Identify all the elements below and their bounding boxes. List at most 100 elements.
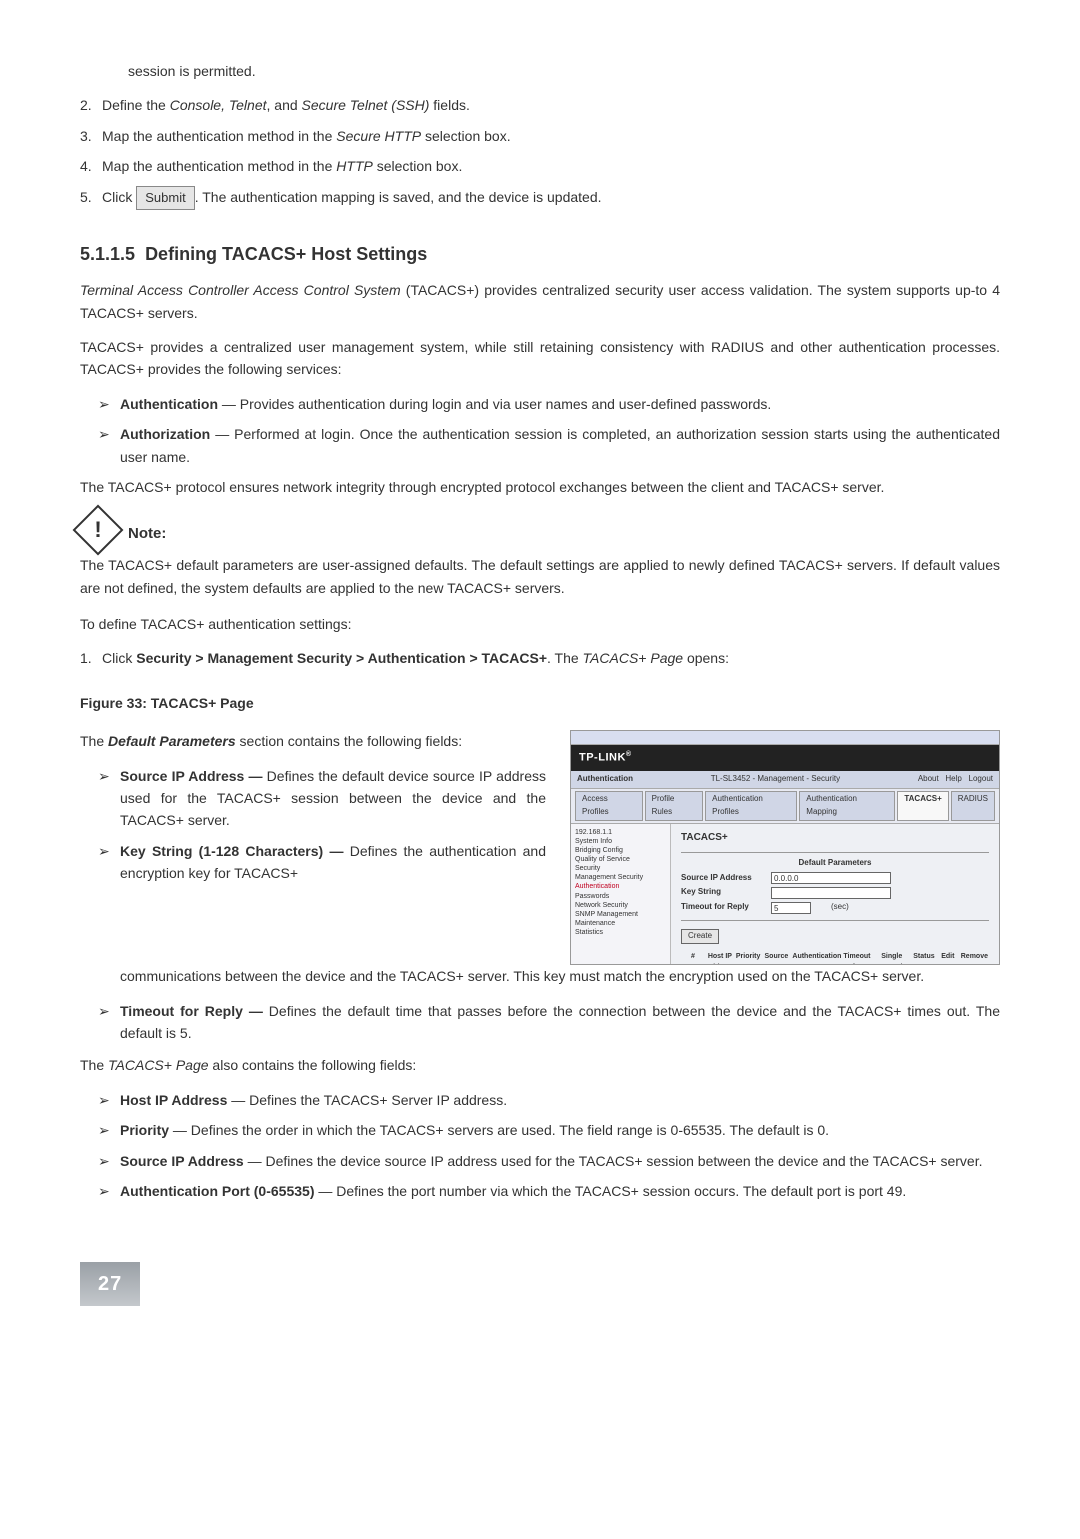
tree-item[interactable]: 192.168.1.1 <box>575 828 666 837</box>
tree-item[interactable]: SNMP Management <box>575 910 666 919</box>
tree-item[interactable]: Network Security <box>575 901 666 910</box>
bullet-bold: Authorization <box>120 426 210 442</box>
ss-fieldset-title: Default Parameters <box>681 857 989 870</box>
step-text: Click Security > Management Security > A… <box>102 647 1000 669</box>
ss-main-heading: TACACS+ <box>681 830 989 846</box>
step-text-pre: Define the <box>102 97 170 113</box>
b-rest: — Defines the TACACS+ Server IP address. <box>227 1092 507 1108</box>
b-bold: Source IP Address <box>120 1153 244 1169</box>
ss-lbl-timeout: Timeout for Reply <box>681 901 771 914</box>
section-p2: TACACS+ provides a centralized user mana… <box>80 336 1000 381</box>
tree-item[interactable]: Maintenance <box>575 919 666 928</box>
triangle-marker-icon: ➢ <box>98 1000 120 1045</box>
step-num: 1. <box>80 647 102 669</box>
tree-item[interactable]: Passwords <box>575 892 666 901</box>
ss-titlebar <box>571 731 999 745</box>
step-5: 5. Click Submit. The authentication mapp… <box>80 186 1000 211</box>
t-post: opens: <box>683 650 729 666</box>
ss-tab-radius[interactable]: RADIUS <box>951 791 995 821</box>
step-text: Define the Console, Telnet, and Secure T… <box>102 94 1000 116</box>
b-bold: Priority <box>120 1122 169 1138</box>
ss-tab-auth-mapping[interactable]: Authentication Mapping <box>799 791 895 821</box>
ss-tab-tacacs[interactable]: TACACS+ <box>897 791 948 821</box>
tree-item[interactable]: System Info <box>575 837 666 846</box>
bullet-rest: — Performed at login. Once the authentic… <box>120 426 1000 464</box>
submit-button-graphic: Submit <box>136 186 194 211</box>
triangle-marker-icon: ➢ <box>98 1089 120 1111</box>
ss-server-table: # Host IP Address Priority Source IP Add… <box>681 950 989 965</box>
ss-lbl-key: Key String <box>681 886 771 899</box>
tree-item[interactable]: Quality of Service <box>575 855 666 864</box>
dp-intro: The Default Parameters section contains … <box>80 730 546 752</box>
bullet-source-ip-2: ➢ Source IP Address — Defines the device… <box>98 1150 1000 1172</box>
ss-about-link[interactable]: About <box>918 774 939 783</box>
bullet-text: Key String (1-128 Characters) — Defines … <box>120 840 546 885</box>
tree-item[interactable]: Bridging Config <box>575 846 666 855</box>
ss-brand-text: TP-LINK <box>579 752 626 764</box>
b-rest: — Defines the port number via which the … <box>314 1183 906 1199</box>
step-num: 5. <box>80 186 102 211</box>
pf-ital: TACACS+ Page <box>108 1057 209 1073</box>
bullet-timeout: ➢ Timeout for Reply — Defines the defaul… <box>98 1000 1000 1045</box>
step-text-ital2: Secure Telnet (SSH) <box>302 97 430 113</box>
p1-ital: Terminal Access Controller Access Contro… <box>80 282 401 298</box>
ss-logout-link[interactable]: Logout <box>969 774 993 783</box>
ss-tab-access-profiles[interactable]: Access Profiles <box>575 791 643 821</box>
ss-help-link[interactable]: Help <box>945 774 961 783</box>
step-text-post: selection box. <box>373 158 463 174</box>
step-text-pre: Click <box>102 189 136 205</box>
step-text: Click Submit. The authentication mapping… <box>102 186 1000 211</box>
ss-tabs: Access Profiles Profile Rules Authentica… <box>571 789 999 824</box>
bullet-auth: ➢ Authentication — Provides authenticati… <box>98 393 1000 415</box>
th: Host IP Address <box>705 950 735 965</box>
ss-tab-profile-rules[interactable]: Profile Rules <box>645 791 704 821</box>
define-intro: To define TACACS+ authentication setting… <box>80 613 1000 635</box>
tacacs-page-screenshot: TP-LINK® Authentication TL-SL3452 - Mana… <box>570 730 1000 965</box>
figure-caption: Figure 33: TACACS+ Page <box>80 692 1000 714</box>
ss-unit-sec: (sec) <box>831 901 849 914</box>
ss-input-src-ip[interactable]: 0.0.0.0 <box>771 872 891 884</box>
ss-tab-auth-profiles[interactable]: Authentication Profiles <box>705 791 797 821</box>
pf-post: also contains the following fields: <box>209 1057 417 1073</box>
th: # <box>681 950 705 965</box>
tree-item-selected[interactable]: Authentication <box>575 882 666 891</box>
ss-input-key[interactable] <box>771 887 891 899</box>
ss-nav-tree[interactable]: 192.168.1.1 System Info Bridging Config … <box>571 824 671 965</box>
bullet-key-string: ➢ Key String (1-128 Characters) — Define… <box>98 840 546 885</box>
triangle-marker-icon: ➢ <box>98 1180 120 1202</box>
step-4: 4. Map the authentication method in the … <box>80 155 1000 177</box>
ss-input-timeout[interactable]: 5 <box>771 902 811 914</box>
bullet-text: Authorization — Performed at login. Once… <box>120 423 1000 468</box>
ss-create-button[interactable]: Create <box>681 929 719 944</box>
th: Status <box>912 950 936 965</box>
triangle-marker-icon: ➢ <box>98 423 120 468</box>
tree-item[interactable]: Management Security <box>575 873 666 882</box>
t-pre: Click <box>102 650 136 666</box>
section-heading: 5.1.1.5 Defining TACACS+ Host Settings <box>80 240 1000 269</box>
t-ital: TACACS+ Page <box>583 650 684 666</box>
dp2-continuation: communications between the device and th… <box>120 965 1000 987</box>
ss-path: TL-SL3452 - Management - Security <box>711 773 840 786</box>
step-num: 3. <box>80 125 102 147</box>
triangle-marker-icon: ➢ <box>98 393 120 415</box>
tree-item[interactable]: Security <box>575 864 666 873</box>
dp-intro-bold: Default Parameters <box>108 733 236 749</box>
th: Single Connection <box>872 950 913 965</box>
bullet-text: Authentication Port (0-65535) — Defines … <box>120 1180 1000 1202</box>
step-2: 2. Define the Console, Telnet, and Secur… <box>80 94 1000 116</box>
step-num: 2. <box>80 94 102 116</box>
note-body: The TACACS+ default parameters are user-… <box>80 554 1000 599</box>
page-number-badge: 27 <box>80 1262 140 1306</box>
pf-pre: The <box>80 1057 108 1073</box>
section-number: 5.1.1.5 <box>80 244 135 264</box>
bullet-bold: Authentication <box>120 396 218 412</box>
th: Authentication Port <box>791 950 842 965</box>
note-label: Note: <box>128 522 166 546</box>
bullet-auth-port: ➢ Authentication Port (0-65535) — Define… <box>98 1180 1000 1202</box>
ss-brand: TP-LINK® <box>571 745 999 771</box>
step-text-post: fields. <box>429 97 469 113</box>
step-text-post: . The authentication mapping is saved, a… <box>195 189 602 205</box>
tree-item[interactable]: Statistics <box>575 928 666 937</box>
ss-header: Authentication TL-SL3452 - Management - … <box>571 771 999 789</box>
section-title: Defining TACACS+ Host Settings <box>145 244 427 264</box>
